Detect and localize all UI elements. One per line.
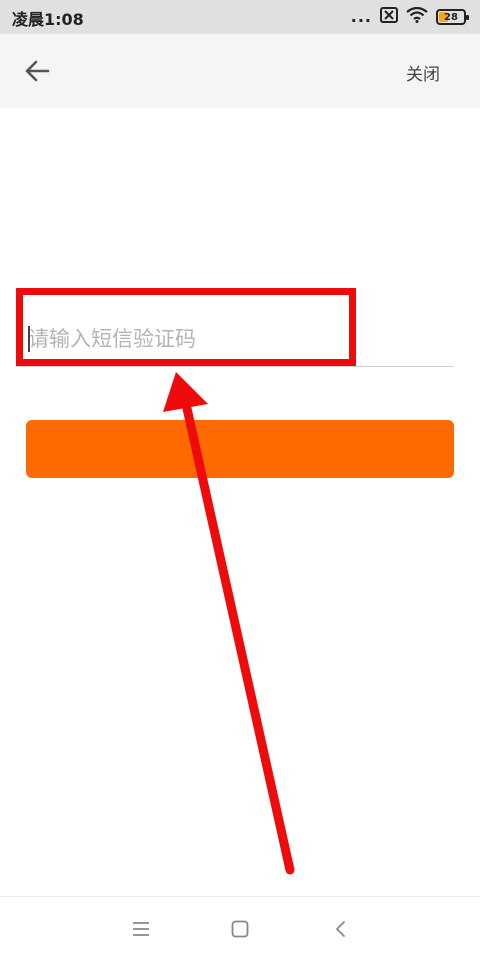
annotation-arrow-icon — [163, 372, 295, 875]
menu-icon — [133, 922, 149, 936]
home-icon — [231, 920, 249, 938]
verification-screen: 凌晨1:08 ... 28 关闭 请输入短信验证码 — [0, 0, 480, 960]
recent-apps-button[interactable] — [127, 915, 155, 943]
system-nav-bar — [0, 896, 480, 960]
system-back-button[interactable] — [326, 915, 354, 943]
home-button[interactable] — [226, 915, 254, 943]
chevron-left-icon — [336, 921, 345, 937]
